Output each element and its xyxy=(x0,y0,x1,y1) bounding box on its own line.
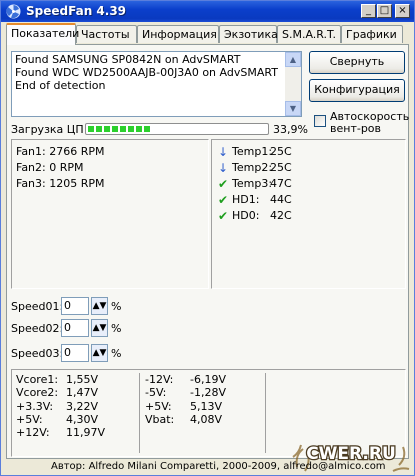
window-title: SpeedFan 4.39 xyxy=(26,4,127,18)
scroll-up-arrow-icon[interactable]: ▲ xyxy=(285,52,301,67)
status-bar: Автор: Alfredo Milani Comparetti, 2000-2… xyxy=(1,461,414,475)
cpu-usage-segment xyxy=(96,126,102,132)
spinner-arrows-icon[interactable]: ▲▼ xyxy=(91,297,108,315)
author-credit: Автор: Alfredo Milani Comparetti, 2000-2… xyxy=(51,461,386,472)
cpu-usage-bar xyxy=(85,123,269,135)
voltage-name: -5V: xyxy=(145,386,167,400)
auto-fan-speed-label: Автоскорость вент-ров xyxy=(330,110,410,135)
tab-info[interactable]: Информация xyxy=(137,25,219,43)
spinner-arrows-icon[interactable]: ▲▼ xyxy=(91,319,108,337)
temp-value: 25C xyxy=(270,145,292,158)
tab-smart[interactable]: S.M.A.R.T. xyxy=(277,25,341,43)
minimize-to-tray-button[interactable]: Свернуть xyxy=(309,51,405,74)
cpu-usage-fill xyxy=(88,126,152,132)
tab-clocks[interactable]: Частоты xyxy=(76,25,137,43)
tab-readings[interactable]: Показатели xyxy=(6,23,79,45)
voltage-name: +5V: xyxy=(16,412,43,426)
voltage-name: Vcore1: xyxy=(16,373,59,386)
cpu-usage-segment xyxy=(112,126,118,132)
voltage-name: +5V: xyxy=(145,399,172,413)
temp-name: Temp3: xyxy=(232,177,273,190)
voltages-left: Vcore1: 1,55V Vcore2: 1,47V +3.3V: 3,22V +5… xyxy=(16,373,136,439)
voltage-value: 1,47V xyxy=(66,386,99,400)
speedfan-window: SpeedFan 4.39 _ □ × Показатели Частоты И… xyxy=(0,0,415,476)
cpu-usage-segment xyxy=(104,126,110,132)
speed-label: Speed02: xyxy=(11,322,64,335)
fan-reading: Fan3: 1205 RPM xyxy=(16,177,105,190)
fan-list: Fan1: 2766 RPM Fan2: 0 RPM Fan3: 1205 RP… xyxy=(16,144,105,192)
voltage-value: 3,22V xyxy=(66,399,99,413)
temp-value: 44C xyxy=(270,193,292,206)
voltage-value: 5,13V xyxy=(190,399,223,413)
cpu-usage-segment xyxy=(128,126,134,132)
speed01-input[interactable]: 0 xyxy=(61,297,89,315)
voltages-divider xyxy=(265,373,266,453)
voltage-value: 4,08V xyxy=(190,412,223,426)
voltage-name: +12V: xyxy=(16,426,50,440)
temp-name: Temp2: xyxy=(232,161,273,174)
voltage-value: -1,28V xyxy=(190,386,226,400)
scroll-down-arrow-icon[interactable]: ▼ xyxy=(285,101,301,116)
voltages-right: -12V: -6,19V -5V: -1,28V +5V: 5,13V Vbat: 4,… xyxy=(145,373,263,426)
cpu-usage-label: Загрузка ЦП xyxy=(11,123,84,136)
voltage-value: 1,55V xyxy=(66,373,99,386)
auto-fan-speed-checkbox[interactable] xyxy=(314,115,326,127)
fan-reading: Fan1: 2766 RPM xyxy=(16,145,105,158)
voltage-name: -12V: xyxy=(145,373,174,386)
detection-log[interactable]: Found SAMSUNG SP0842N on AdvSMART Found … xyxy=(11,51,302,117)
voltage-name: +3.3V: xyxy=(16,399,54,413)
percent-unit: % xyxy=(111,300,122,313)
voltage-value: -6,19V xyxy=(190,373,226,386)
temp-value: 47C xyxy=(270,177,292,190)
log-line: Found WDC WD2500AAJB-00J3A0 on AdvSMART xyxy=(15,66,278,79)
voltage-name: Vcore2: xyxy=(16,386,59,400)
voltage-name: Vbat: xyxy=(145,412,175,426)
arrow-down-icon: ↓ xyxy=(217,161,229,175)
speed-label: Speed01: xyxy=(11,300,64,313)
speed-label: Speed03: xyxy=(11,347,64,360)
checkmark-icon: ✔ xyxy=(217,209,229,223)
cpu-usage-segment xyxy=(136,126,142,132)
log-scrollbar[interactable]: ▲ ▼ xyxy=(285,52,301,116)
title-bar[interactable]: SpeedFan 4.39 _ □ × xyxy=(1,1,414,22)
checkmark-icon: ✔ xyxy=(217,193,229,207)
tab-charts[interactable]: Графики xyxy=(341,25,403,43)
tab-strip: Показатели Частоты Информация Экзотика S… xyxy=(6,23,411,45)
temp-name: HD0: xyxy=(232,209,260,222)
fan-reading: Fan2: 0 RPM xyxy=(16,161,84,174)
voltage-value: 4,30V xyxy=(66,412,99,426)
tab-exotics[interactable]: Экзотика xyxy=(219,25,278,43)
cpu-usage-segment xyxy=(120,126,126,132)
checkmark-icon: ✔ xyxy=(217,177,229,191)
close-window-button[interactable]: × xyxy=(395,4,410,18)
cpu-usage-segment xyxy=(144,126,150,132)
minimize-window-button[interactable]: _ xyxy=(361,4,376,18)
maximize-window-button[interactable]: □ xyxy=(377,4,392,18)
temp-value: 42C xyxy=(270,209,292,222)
temp-name: Temp1: xyxy=(232,145,273,158)
configure-button[interactable]: Конфигурация xyxy=(309,79,405,102)
log-line: Found SAMSUNG SP0842N on AdvSMART xyxy=(15,53,241,66)
spinner-arrows-icon[interactable]: ▲▼ xyxy=(91,344,108,362)
speed02-input[interactable]: 0 xyxy=(61,319,89,337)
temp-value: 25C xyxy=(270,161,292,174)
voltages-divider xyxy=(139,373,140,453)
arrow-down-icon: ↓ xyxy=(217,145,229,159)
temp-name: HD1: xyxy=(232,193,260,206)
speed03-input[interactable]: 0 xyxy=(61,344,89,362)
cpu-usage-percent: 33,9% xyxy=(273,123,308,136)
fan-app-icon xyxy=(6,4,21,19)
percent-unit: % xyxy=(111,322,122,335)
log-line: End of detection xyxy=(15,79,106,92)
cpu-usage-segment xyxy=(88,126,94,132)
percent-unit: % xyxy=(111,347,122,360)
voltage-value: 11,97V xyxy=(66,426,106,440)
